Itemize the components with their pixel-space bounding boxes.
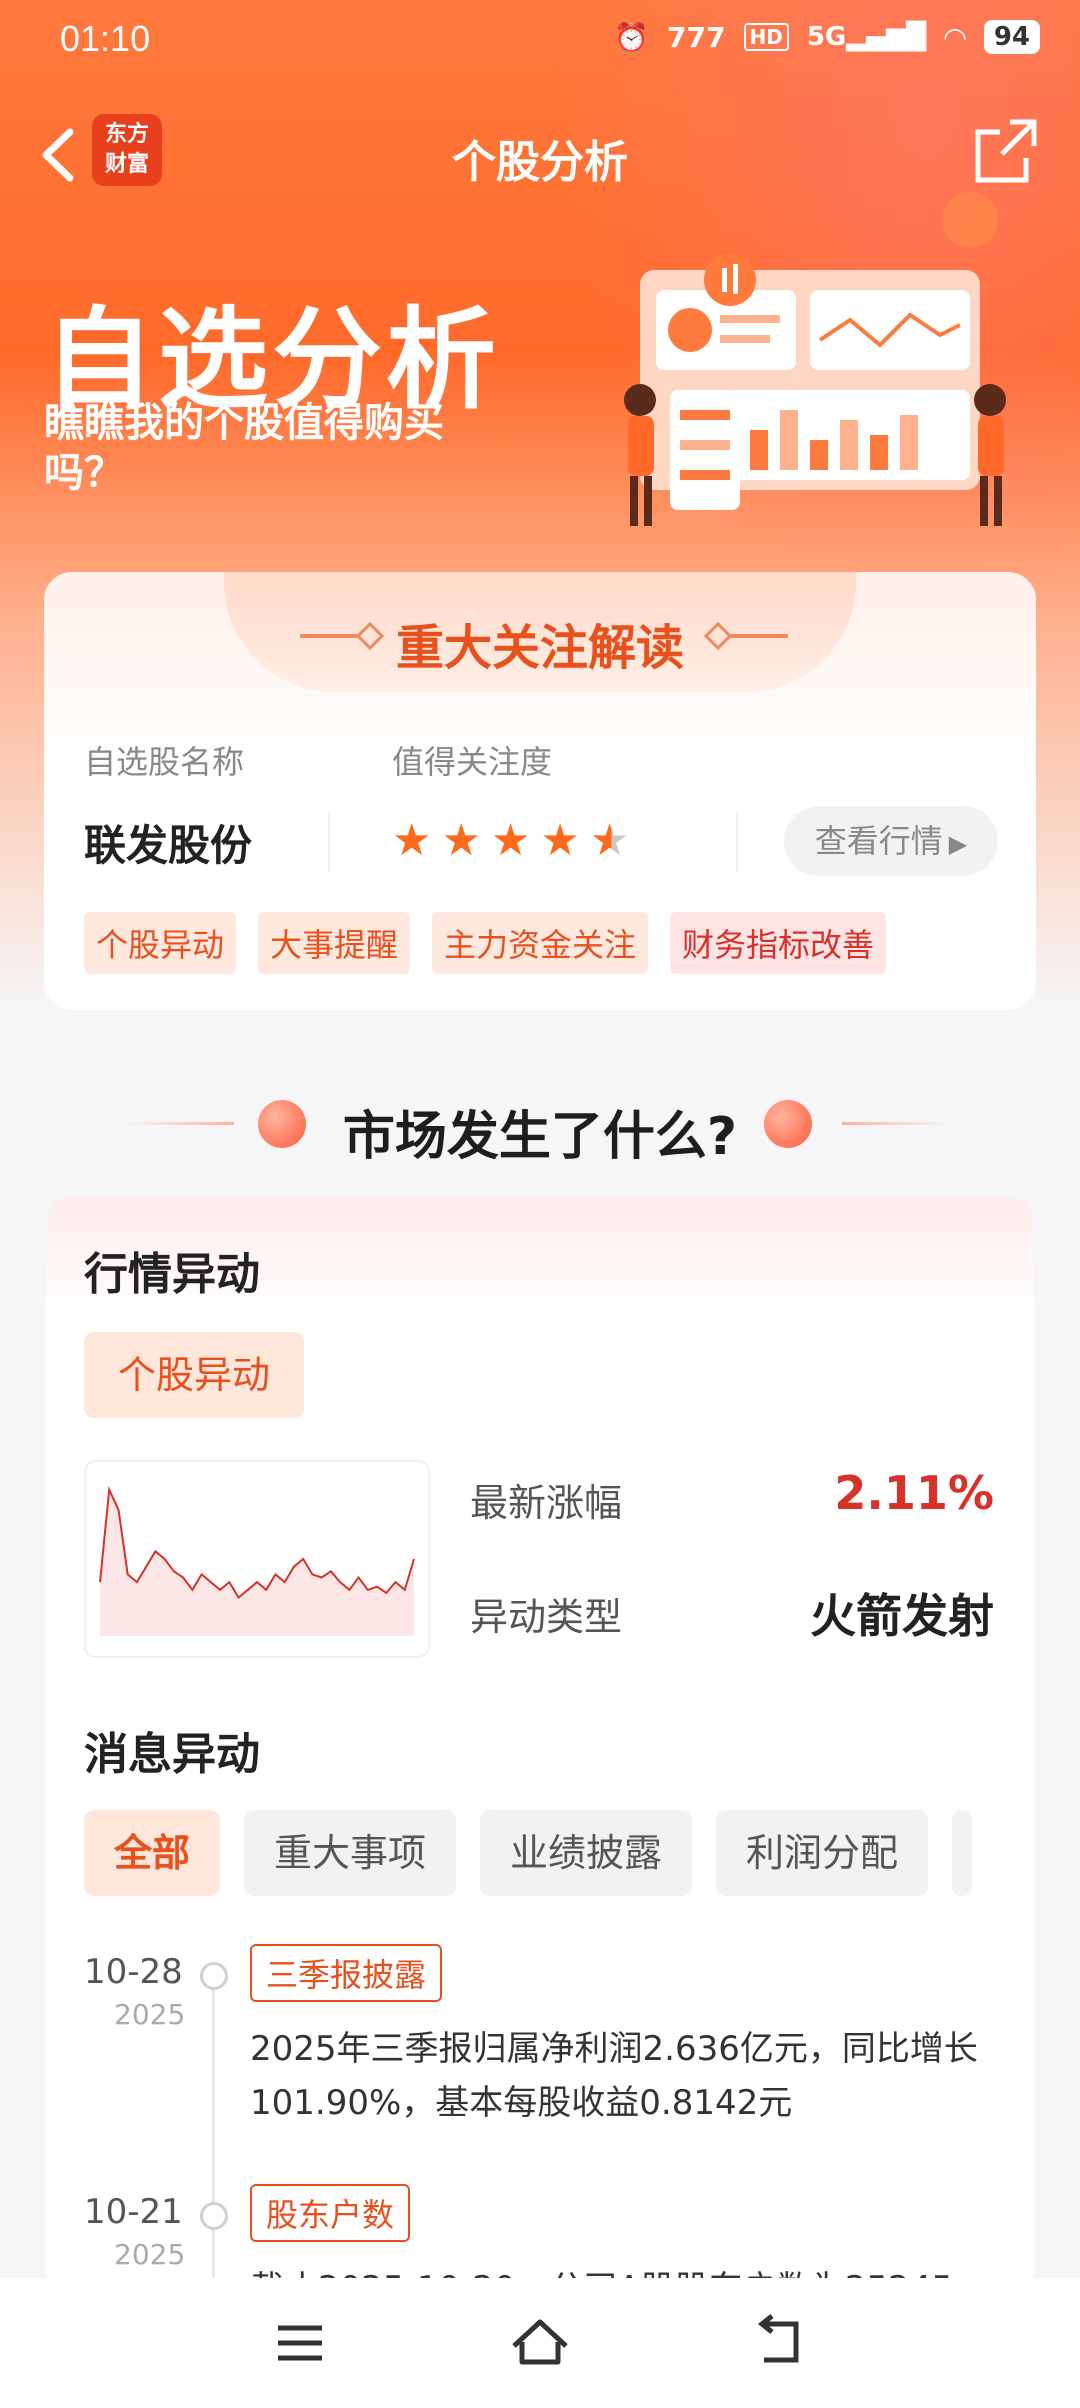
news-date: 10-28 xyxy=(84,1952,183,1992)
focus-tags: 个股异动 大事提醒 主力资金关注 财务指标改善 xyxy=(84,912,887,974)
tag[interactable]: 财务指标改善 xyxy=(670,912,887,974)
return-icon xyxy=(757,2314,799,2363)
market-card: 行情异动 个股异动 最新涨幅 2.11% 异动类型 火箭发射 消息异动 全部 重… xyxy=(46,1196,1034,2408)
half-star-icon: ★ xyxy=(589,815,630,866)
news-tag: 三季报披露 xyxy=(250,1944,443,2002)
analysis-illustration xyxy=(624,192,1006,526)
filter-major-events[interactable]: 重大事项 xyxy=(244,1810,457,1896)
sparkline-chart xyxy=(99,1485,415,1636)
timeline-dot xyxy=(200,1962,228,1990)
speed-icon: 777 xyxy=(667,20,726,54)
page-title: 个股分析 xyxy=(452,137,628,188)
tag[interactable]: 个股异动 xyxy=(84,912,237,974)
focus-card: 重大关注解读 自选股名称 值得关注度 联发股份 ★ ★ ★ ★ ★ 查看行情 ▶ … xyxy=(44,572,1036,1010)
attention-rating: ★ ★ ★ ★ ★ xyxy=(392,816,629,866)
divider xyxy=(736,812,738,872)
back-nav-button[interactable] xyxy=(740,2308,820,2378)
section-heading: 市场发生了什么? xyxy=(0,1082,1080,1167)
divider xyxy=(328,812,330,872)
system-nav-bar xyxy=(0,2278,1080,2408)
home-icon xyxy=(512,2319,568,2365)
tag[interactable]: 主力资金关注 xyxy=(432,912,649,974)
latest-change-value: 2.11% xyxy=(834,1466,994,1520)
nav-bar: 东方 财富 个股分析 xyxy=(0,110,1080,200)
anomaly-type-value: 火箭发射 xyxy=(810,1589,994,1643)
battery-level: 94 xyxy=(983,20,1040,54)
news-tag: 股东户数 xyxy=(250,2184,411,2242)
price-sparkline[interactable] xyxy=(84,1460,430,1658)
home-button[interactable] xyxy=(500,2308,580,2378)
stock-name-label: 自选股名称 xyxy=(84,743,245,781)
menu-button[interactable] xyxy=(260,2308,340,2378)
attention-label: 值得关注度 xyxy=(392,743,553,781)
news-section-title: 消息异动 xyxy=(84,1729,260,1780)
star-icon: ★ xyxy=(540,815,580,866)
tab-stock-anomaly[interactable]: 个股异动 xyxy=(84,1332,304,1418)
menu-icon xyxy=(278,2325,322,2361)
view-quote-button[interactable]: 查看行情 ▶ xyxy=(784,806,998,876)
decor-line-right xyxy=(842,1122,952,1125)
signal-icon: 5G▂▄▆█ xyxy=(806,22,927,52)
filter-earnings[interactable]: 业绩披露 xyxy=(480,1810,693,1896)
filter-more[interactable] xyxy=(952,1810,973,1896)
news-filters: 全部 重大事项 业绩披露 利润分配 xyxy=(84,1810,973,1896)
caret-right-icon: ▶ xyxy=(948,830,968,858)
stock-name[interactable]: 联发股份 xyxy=(84,812,252,873)
filter-dividends[interactable]: 利润分配 xyxy=(716,1810,929,1896)
status-icons: ⏰ 777 HD 5G▂▄▆█ ◠ 94 xyxy=(614,20,1040,54)
share-icon xyxy=(975,119,1037,183)
filter-all[interactable]: 全部 xyxy=(84,1810,221,1896)
status-time: 01:10 xyxy=(60,18,151,59)
section-title: 市场发生了什么? xyxy=(342,1107,738,1167)
focus-card-title: 重大关注解读 xyxy=(395,620,684,676)
news-date: 10-21 xyxy=(84,2192,183,2232)
status-bar: 01:10 ⏰ 777 HD 5G▂▄▆█ ◠ 94 xyxy=(0,0,1080,80)
star-icon: ★ xyxy=(490,815,531,866)
tag[interactable]: 大事提醒 xyxy=(258,912,411,974)
anomaly-type-label: 异动类型 xyxy=(470,1595,623,1639)
decor-line-right xyxy=(728,634,788,638)
latest-change-label: 最新涨幅 xyxy=(470,1481,623,1525)
alarm-icon: ⏰ xyxy=(614,20,650,54)
star-icon: ★ xyxy=(441,815,481,866)
wifi-icon: ◠ xyxy=(944,20,966,54)
news-year: 2025 xyxy=(114,2238,186,2271)
timeline-dot xyxy=(200,2202,228,2230)
market-card-title: 行情异动 xyxy=(84,1249,260,1300)
hd-icon: HD xyxy=(743,23,789,51)
decor-dot-right xyxy=(764,1100,812,1148)
news-year: 2025 xyxy=(114,1998,186,2031)
banner-subtitle: 瞧瞧我的个股值得购买吗？ xyxy=(44,400,444,496)
share-button[interactable] xyxy=(970,114,1044,188)
news-text: 2025年三季报归属净利润2.636亿元，同比增长101.90%，基本每股收益0… xyxy=(250,2029,978,2123)
star-icon: ★ xyxy=(392,815,432,866)
